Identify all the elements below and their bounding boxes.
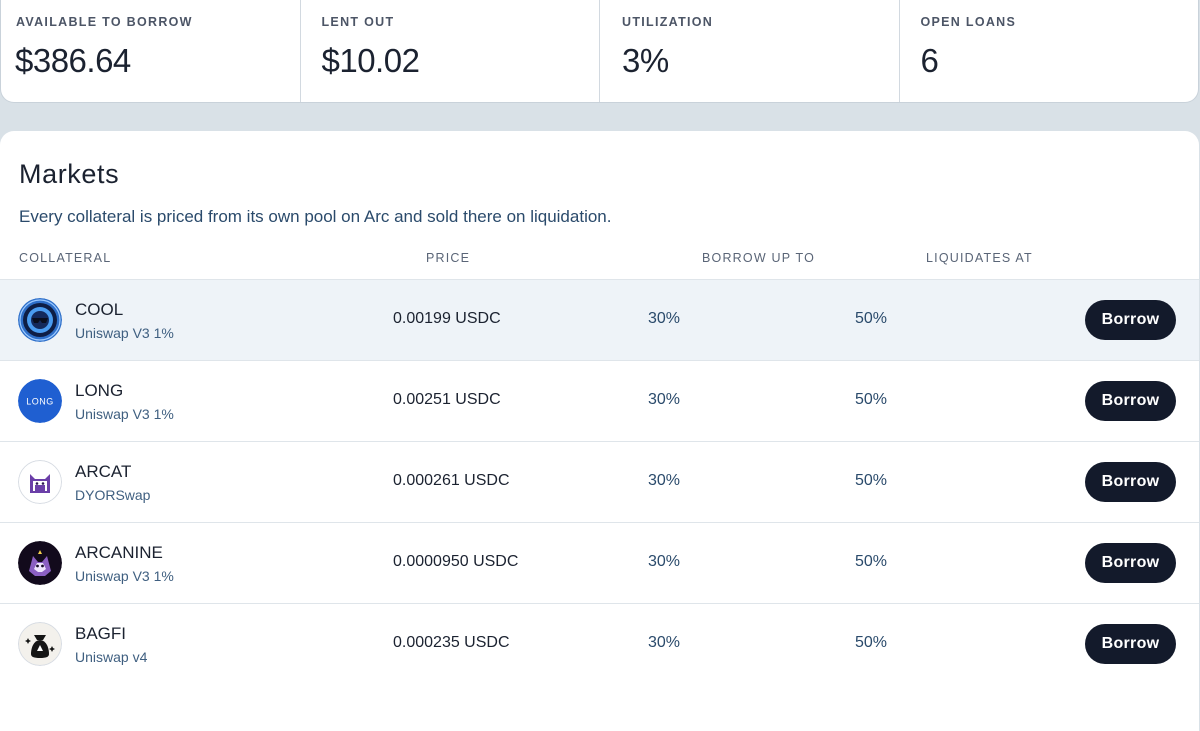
token-price: 0.00199 USDC — [393, 310, 501, 327]
markets-panel: Markets Every collateral is priced from … — [0, 131, 1199, 731]
stat-value: $386.64 — [15, 42, 131, 79]
stat-value: $10.02 — [321, 42, 420, 79]
token-price: 0.000235 USDC — [393, 634, 510, 651]
stat-value: 3% — [622, 42, 669, 79]
market-row-long: LONG LONG Uniswap V3 1% 0.00251 USDC 30%… — [0, 360, 1199, 441]
token-name: BAGFI — [75, 624, 127, 643]
token-price: 0.00251 USDC — [393, 391, 501, 408]
stat-available-to-borrow: AVAILABLE TO BORROW $386.64 — [1, 0, 301, 102]
liquidates-at-value: 50% — [855, 634, 888, 651]
liquidates-at-value: 50% — [855, 553, 888, 570]
borrow-button-arcanine[interactable]: Borrow — [1085, 543, 1176, 583]
column-header-price: PRICE — [426, 251, 471, 265]
borrow-button-long[interactable]: Borrow — [1085, 381, 1176, 421]
long-icon-text: LONG — [26, 397, 54, 407]
column-header-liquidates-at: LIQUIDATES AT — [926, 251, 1033, 265]
market-row-bagfi: BAGFI Uniswap v4 0.000235 USDC 30% 50% B… — [0, 603, 1199, 684]
stats-bar: AVAILABLE TO BORROW $386.64 LENT OUT $10… — [0, 0, 1199, 103]
arcanine-token-icon — [18, 541, 62, 585]
stat-label: UTILIZATION — [622, 15, 714, 29]
borrow-button-cool[interactable]: Borrow — [1085, 300, 1176, 340]
column-header-collateral: COLLATERAL — [19, 251, 112, 265]
borrow-up-to-value: 30% — [648, 634, 681, 651]
markets-title: Markets — [19, 159, 120, 189]
liquidates-at-value: 50% — [855, 472, 888, 489]
token-name: COOL — [75, 300, 124, 319]
token-pool: Uniswap v4 — [75, 649, 148, 665]
long-token-icon: LONG — [18, 379, 62, 423]
stat-label: LENT OUT — [321, 15, 395, 29]
borrow-up-to-value: 30% — [648, 391, 681, 408]
arcat-token-icon — [18, 460, 62, 504]
token-name: ARCAT — [75, 462, 132, 481]
borrow-up-to-value: 30% — [648, 472, 681, 489]
borrow-button-bagfi[interactable]: Borrow — [1085, 624, 1176, 664]
stat-value: 6 — [920, 42, 939, 79]
stat-label: OPEN LOANS — [920, 15, 1017, 29]
market-row-arcanine: ARCANINE Uniswap V3 1% 0.0000950 USDC 30… — [0, 522, 1199, 603]
stat-open-loans: OPEN LOANS 6 — [900, 0, 1199, 102]
token-price: 0.000261 USDC — [393, 472, 510, 489]
stat-label: AVAILABLE TO BORROW — [16, 15, 193, 29]
stat-lent-out: LENT OUT $10.02 — [301, 0, 600, 102]
borrow-up-to-value: 30% — [648, 553, 681, 570]
token-name: LONG — [75, 381, 124, 400]
token-pool: DYORSwap — [75, 487, 151, 503]
cool-token-icon — [18, 298, 62, 342]
borrow-button-arcat[interactable]: Borrow — [1085, 462, 1176, 502]
market-row-cool: COOL Uniswap V3 1% 0.00199 USDC 30% 50% … — [0, 279, 1199, 360]
token-pool: Uniswap V3 1% — [75, 568, 174, 584]
token-name: ARCANINE — [75, 543, 163, 562]
borrow-up-to-value: 30% — [648, 310, 681, 327]
token-pool: Uniswap V3 1% — [75, 406, 174, 422]
column-header-borrow-up-to: BORROW UP TO — [702, 251, 816, 265]
liquidates-at-value: 50% — [855, 310, 888, 327]
stat-utilization: UTILIZATION 3% — [600, 0, 900, 102]
bagfi-token-icon — [18, 622, 62, 666]
markets-subtitle: Every collateral is priced from its own … — [19, 207, 612, 226]
token-price: 0.0000950 USDC — [393, 553, 519, 570]
markets-table: COOL Uniswap V3 1% 0.00199 USDC 30% 50% … — [0, 279, 1199, 684]
market-row-arcat: ARCAT DYORSwap 0.000261 USDC 30% 50% Bor… — [0, 441, 1199, 522]
liquidates-at-value: 50% — [855, 391, 888, 408]
token-pool: Uniswap V3 1% — [75, 325, 174, 341]
